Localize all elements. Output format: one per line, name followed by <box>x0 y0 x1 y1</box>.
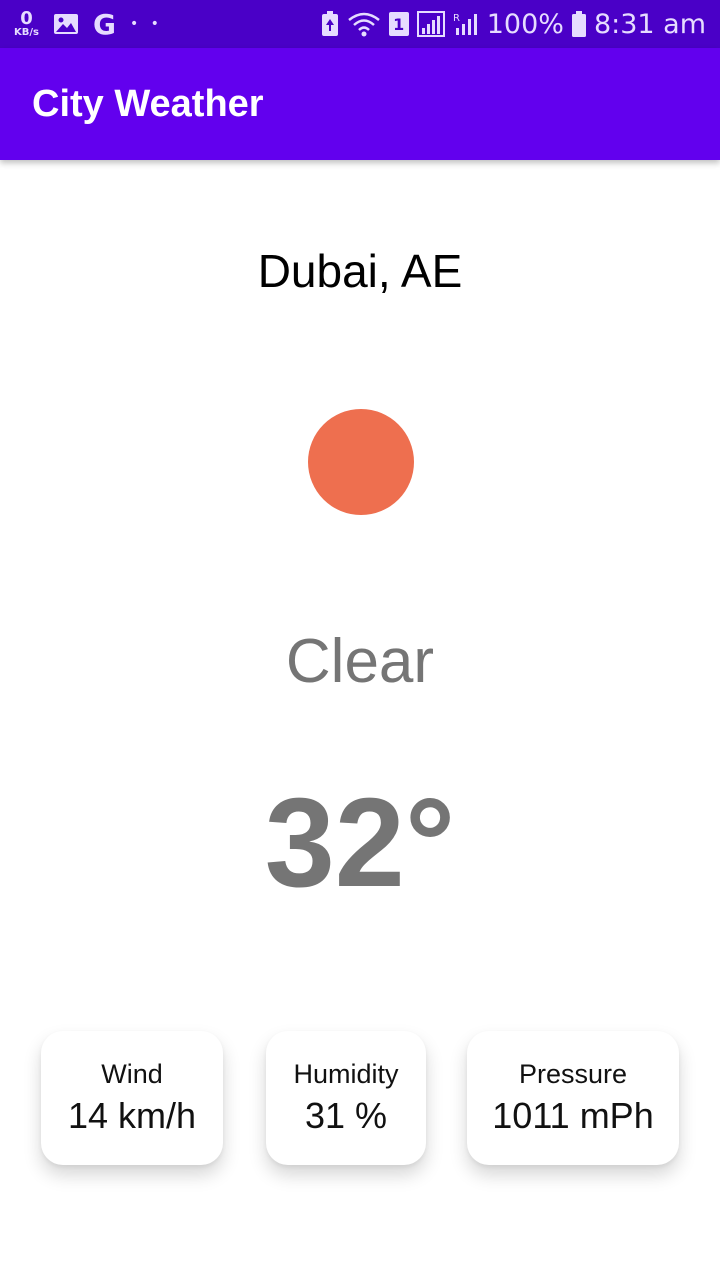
pressure-label: Pressure <box>518 1059 628 1090</box>
net-speed-value: 0 <box>20 8 33 29</box>
gallery-icon <box>53 13 79 35</box>
weather-condition: Clear <box>285 627 435 696</box>
humidity-label: Humidity <box>293 1059 399 1090</box>
sim-1-icon: 1 <box>388 12 409 36</box>
svg-text:R: R <box>453 13 460 24</box>
net-speed-unit: KB/s <box>14 27 39 38</box>
wifi-icon <box>347 11 381 37</box>
roaming-signal-icon: R <box>453 11 479 37</box>
status-bar-left: 0 KB/s G • • <box>14 8 163 41</box>
clock: 8:31 am <box>593 8 706 40</box>
status-bar-right: 1 R 100% 8:31 am <box>321 9 706 40</box>
humidity-value: 31 % <box>304 1094 388 1136</box>
pressure-card: Pressure 1011 mPh <box>467 1031 679 1165</box>
more-notifications-icon: • • <box>129 16 163 32</box>
city-name: Dubai, AE <box>257 245 463 297</box>
battery-percent: 100% <box>486 8 564 40</box>
wind-label: Wind <box>101 1059 163 1090</box>
battery-icon <box>571 11 586 37</box>
pressure-value: 1011 mPh <box>492 1094 654 1136</box>
screen: 0 KB/s G • • 1 R 100% 8:31 am City Weath… <box>0 0 720 1280</box>
google-icon: G <box>92 7 116 41</box>
battery-saver-icon <box>321 11 339 37</box>
wind-card: Wind 14 km/h <box>41 1031 223 1165</box>
wind-value: 14 km/h <box>67 1094 197 1136</box>
app-title: City Weather <box>32 82 264 125</box>
signal-icon <box>416 11 445 37</box>
sun-icon <box>308 409 414 515</box>
humidity-card: Humidity 31 % <box>266 1031 426 1165</box>
app-bar: City Weather <box>0 48 720 160</box>
status-bar: 0 KB/s G • • 1 R 100% 8:31 am <box>0 0 720 48</box>
temperature: 32° <box>264 772 456 913</box>
net-speed-indicator: 0 KB/s <box>14 10 39 38</box>
